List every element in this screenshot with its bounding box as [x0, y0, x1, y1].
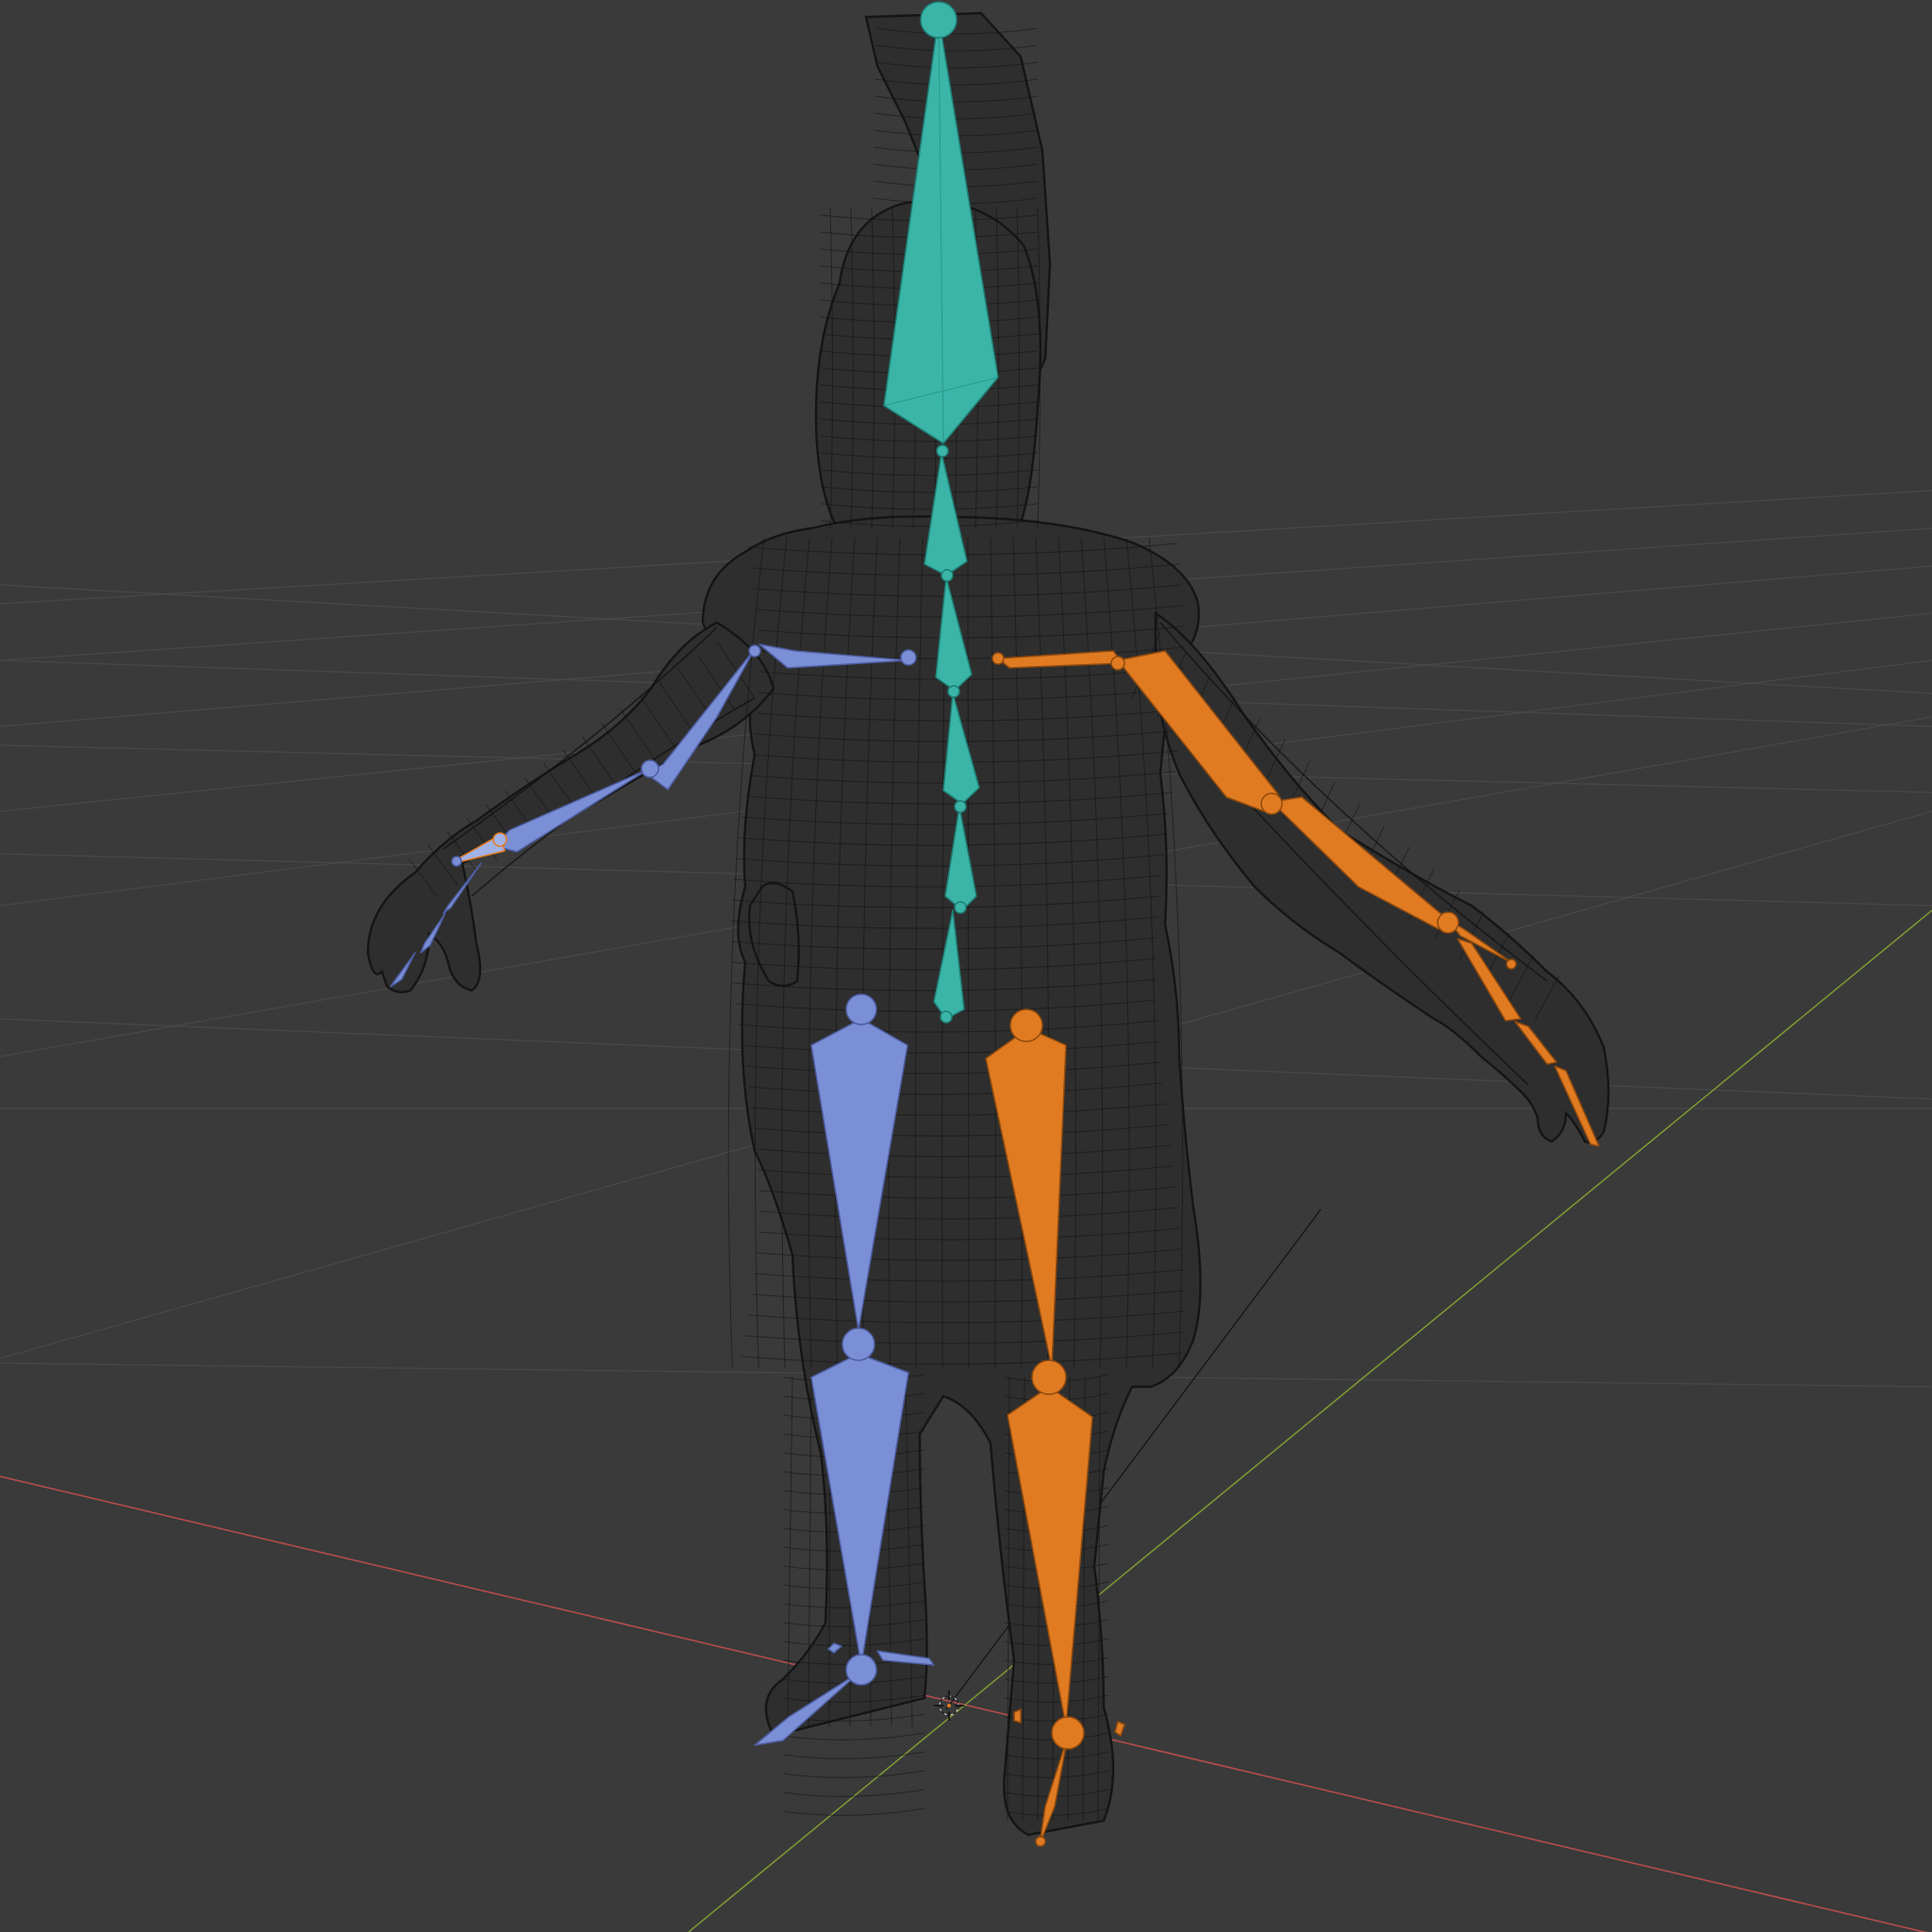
joint-chest[interactable] [941, 569, 954, 582]
joint-right-hip[interactable] [1009, 1008, 1043, 1042]
joint-hips[interactable] [954, 901, 967, 914]
joint-left-elbow[interactable] [641, 759, 659, 778]
joint-right-shoulder[interactable] [991, 652, 1005, 665]
joint-left-shoulder-tail[interactable] [748, 644, 761, 658]
joint-left-hip[interactable] [845, 993, 877, 1025]
joint-right-hand-tail[interactable] [1506, 958, 1517, 970]
joint-head-tip[interactable] [920, 1, 958, 39]
joint-right-elbow[interactable] [1260, 792, 1283, 815]
joint-right-toe[interactable] [1035, 1836, 1046, 1847]
joint-right-ankle[interactable] [1051, 1716, 1085, 1750]
bone-right-toe-ik[interactable] [1013, 1708, 1022, 1724]
joint-left-shoulder[interactable] [900, 649, 917, 666]
joint-left-knee[interactable] [841, 1327, 875, 1361]
joint-spine-1[interactable] [954, 800, 967, 813]
joint-right-wrist[interactable] [1437, 911, 1459, 934]
joint-left-hand-tail[interactable] [451, 856, 462, 867]
3d-viewport[interactable] [0, 0, 1932, 1932]
joint-left-ankle[interactable] [845, 1654, 877, 1686]
joint-hips-tail[interactable] [940, 1010, 953, 1024]
joint-right-knee[interactable] [1031, 1359, 1067, 1395]
joint-right-shoulder-tail[interactable] [1110, 656, 1125, 671]
joint-spine-2[interactable] [947, 685, 960, 698]
joint-neck[interactable] [936, 444, 949, 458]
joint-left-wrist[interactable] [492, 832, 508, 847]
